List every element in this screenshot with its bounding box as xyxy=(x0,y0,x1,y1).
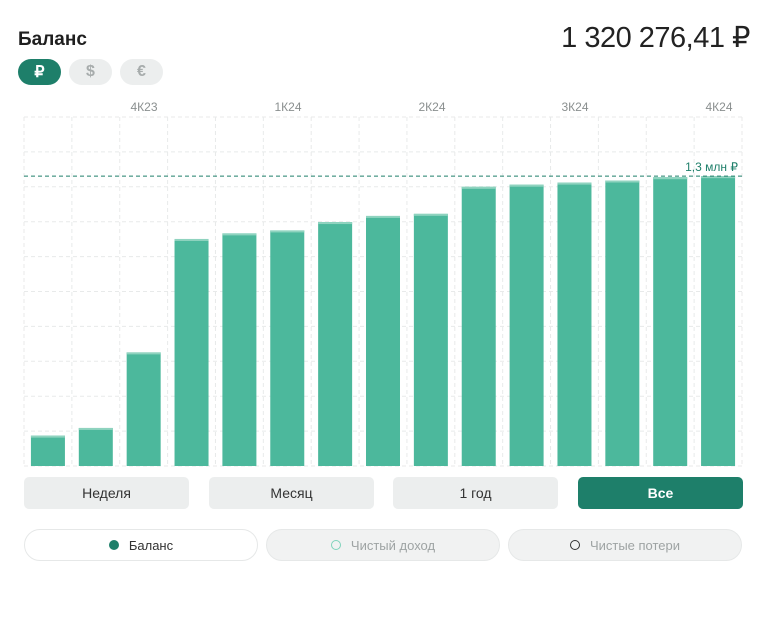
currency-eur-button[interactable]: € xyxy=(120,59,163,85)
bar-top-edge xyxy=(557,182,592,185)
bar-top-edge xyxy=(318,222,353,225)
bar xyxy=(653,177,688,466)
bar xyxy=(605,180,640,466)
currency-usd-button[interactable]: $ xyxy=(69,59,112,85)
bar-top-edge xyxy=(78,427,113,430)
x-tick-label: 3К24 xyxy=(561,100,588,114)
bar xyxy=(509,184,544,466)
bar xyxy=(557,182,592,466)
bar xyxy=(413,213,448,466)
filled-dot-icon xyxy=(108,540,119,550)
period-week-button[interactable]: Неделя xyxy=(24,477,189,509)
ring-dot-icon xyxy=(330,540,341,550)
bar-top-edge xyxy=(366,215,400,218)
bar-top-edge xyxy=(461,186,496,189)
balance-chart: 4К23 1К24 2К24 3К24 4К24 1,3 млн ₽ xyxy=(23,100,743,467)
legend-balance-label: Баланс xyxy=(128,537,174,553)
period-year-button[interactable]: 1 год xyxy=(393,477,558,509)
bar-top-edge xyxy=(30,435,65,438)
bar-top-edge xyxy=(509,184,544,187)
page-title: Баланс xyxy=(18,29,87,50)
legend-net-losses-label: Чистые потери xyxy=(589,537,681,553)
bar xyxy=(461,186,496,467)
bar-top-edge xyxy=(126,352,161,355)
bar-top-edge xyxy=(174,238,209,241)
bar xyxy=(30,435,65,466)
bar xyxy=(78,427,113,466)
currency-rub-button[interactable]: ₽ xyxy=(18,59,61,85)
bar xyxy=(701,176,736,466)
bar-top-edge xyxy=(653,177,688,180)
bar-top-edge xyxy=(222,233,257,236)
x-tick-label: 4К23 xyxy=(130,100,157,114)
ring-dot-icon xyxy=(569,540,580,550)
bar xyxy=(318,222,353,466)
legend-net-income-label: Чистый доход xyxy=(350,537,436,553)
period-all-button[interactable]: Все xyxy=(578,477,743,509)
x-tick-label: 2К24 xyxy=(418,100,445,114)
bar xyxy=(222,233,257,466)
bar xyxy=(126,352,161,466)
bar-top-edge xyxy=(605,180,640,183)
bar xyxy=(366,215,400,466)
legend-balance[interactable]: Баланс xyxy=(24,529,258,561)
x-tick-label: 1К24 xyxy=(274,100,301,114)
bar-top-edge xyxy=(413,213,448,216)
balance-total: 1 320 276,41 ₽ xyxy=(561,22,750,54)
legend-net-income[interactable]: Чистый доход xyxy=(266,529,500,561)
x-tick-label: 4К24 xyxy=(705,100,732,114)
bar-top-edge xyxy=(270,230,305,233)
period-month-button[interactable]: Месяц xyxy=(209,477,374,509)
bar xyxy=(174,238,209,466)
reference-line-label: 1,3 млн ₽ xyxy=(685,160,738,174)
bar xyxy=(270,230,305,466)
legend-net-losses[interactable]: Чистые потери xyxy=(508,529,742,561)
